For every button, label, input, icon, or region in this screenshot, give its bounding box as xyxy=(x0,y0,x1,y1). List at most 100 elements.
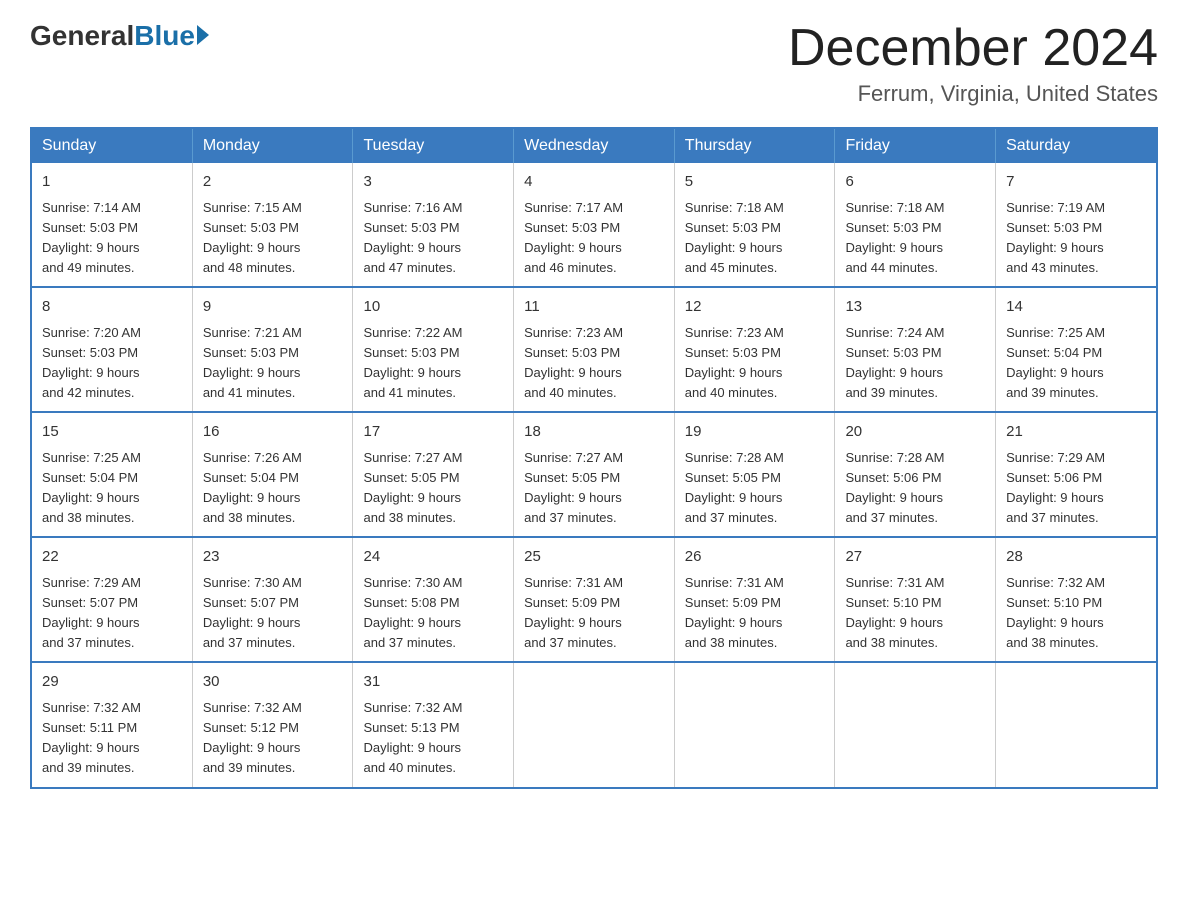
day-number: 7 xyxy=(1006,171,1146,194)
calendar-cell: 5 Sunrise: 7:18 AMSunset: 5:03 PMDaylight… xyxy=(674,163,835,287)
calendar-cell: 11 Sunrise: 7:23 AMSunset: 5:03 PMDayligh… xyxy=(514,287,675,412)
day-number: 23 xyxy=(203,546,343,569)
week-row-5: 29 Sunrise: 7:32 AMSunset: 5:11 PMDayligh… xyxy=(31,662,1157,787)
calendar-cell: 10 Sunrise: 7:22 AMSunset: 5:03 PMDayligh… xyxy=(353,287,514,412)
calendar-cell: 26 Sunrise: 7:31 AMSunset: 5:09 PMDayligh… xyxy=(674,537,835,662)
day-info: Sunrise: 7:28 AMSunset: 5:05 PMDaylight:… xyxy=(685,448,825,529)
week-row-2: 8Sunrise: 7:20 AMSunset: 5:03 PMDaylight… xyxy=(31,287,1157,412)
day-info: Sunrise: 7:29 AMSunset: 5:07 PMDaylight:… xyxy=(42,573,182,654)
day-number: 11 xyxy=(524,296,664,319)
day-info: Sunrise: 7:23 AMSunset: 5:03 PMDaylight:… xyxy=(524,323,664,404)
calendar-cell: 30 Sunrise: 7:32 AMSunset: 5:12 PMDayligh… xyxy=(192,662,353,787)
calendar-cell: 31 Sunrise: 7:32 AMSunset: 5:13 PMDayligh… xyxy=(353,662,514,787)
month-title: December 2024 xyxy=(788,20,1158,77)
calendar-cell xyxy=(996,662,1157,787)
location-subtitle: Ferrum, Virginia, United States xyxy=(788,81,1158,107)
day-number: 4 xyxy=(524,171,664,194)
calendar-header: Sunday Monday Tuesday Wednesday Thursday… xyxy=(31,128,1157,163)
day-info: Sunrise: 7:31 AMSunset: 5:10 PMDaylight:… xyxy=(845,573,985,654)
calendar-cell: 18 Sunrise: 7:27 AMSunset: 5:05 PMDayligh… xyxy=(514,412,675,537)
day-info: Sunrise: 7:32 AMSunset: 5:12 PMDaylight:… xyxy=(203,698,343,779)
day-number: 18 xyxy=(524,421,664,444)
day-info: Sunrise: 7:24 AMSunset: 5:03 PMDaylight:… xyxy=(845,323,985,404)
header-row: Sunday Monday Tuesday Wednesday Thursday… xyxy=(31,128,1157,163)
calendar-cell: 20 Sunrise: 7:28 AMSunset: 5:06 PMDayligh… xyxy=(835,412,996,537)
day-number: 10 xyxy=(363,296,503,319)
calendar-cell: 1 Sunrise: 7:14 AMSunset: 5:03 PMDaylight… xyxy=(31,163,192,287)
calendar-cell xyxy=(835,662,996,787)
day-number: 20 xyxy=(845,421,985,444)
day-number: 6 xyxy=(845,171,985,194)
day-info: Sunrise: 7:28 AMSunset: 5:06 PMDaylight:… xyxy=(845,448,985,529)
calendar-cell: 28 Sunrise: 7:32 AMSunset: 5:10 PMDayligh… xyxy=(996,537,1157,662)
day-number: 21 xyxy=(1006,421,1146,444)
day-info: Sunrise: 7:14 AMSunset: 5:03 PMDaylight:… xyxy=(42,198,182,279)
day-info: Sunrise: 7:29 AMSunset: 5:06 PMDaylight:… xyxy=(1006,448,1146,529)
day-info: Sunrise: 7:23 AMSunset: 5:03 PMDaylight:… xyxy=(685,323,825,404)
calendar-cell: 21 Sunrise: 7:29 AMSunset: 5:06 PMDayligh… xyxy=(996,412,1157,537)
day-number: 29 xyxy=(42,671,182,694)
day-info: Sunrise: 7:15 AMSunset: 5:03 PMDaylight:… xyxy=(203,198,343,279)
day-number: 5 xyxy=(685,171,825,194)
col-monday: Monday xyxy=(192,128,353,163)
day-number: 1 xyxy=(42,171,182,194)
calendar-cell: 8Sunrise: 7:20 AMSunset: 5:03 PMDaylight… xyxy=(31,287,192,412)
calendar-cell: 25 Sunrise: 7:31 AMSunset: 5:09 PMDayligh… xyxy=(514,537,675,662)
calendar-cell: 12Sunrise: 7:23 AMSunset: 5:03 PMDayligh… xyxy=(674,287,835,412)
calendar-cell: 17 Sunrise: 7:27 AMSunset: 5:05 PMDayligh… xyxy=(353,412,514,537)
day-info: Sunrise: 7:32 AMSunset: 5:11 PMDaylight:… xyxy=(42,698,182,779)
day-number: 26 xyxy=(685,546,825,569)
day-number: 2 xyxy=(203,171,343,194)
week-row-4: 22 Sunrise: 7:29 AMSunset: 5:07 PMDayligh… xyxy=(31,537,1157,662)
logo-blue-part: Blue xyxy=(134,20,209,52)
page-header: General Blue December 2024 Ferrum, Virgi… xyxy=(30,20,1158,107)
day-info: Sunrise: 7:20 AMSunset: 5:03 PMDaylight:… xyxy=(42,323,182,404)
col-friday: Friday xyxy=(835,128,996,163)
day-info: Sunrise: 7:19 AMSunset: 5:03 PMDaylight:… xyxy=(1006,198,1146,279)
day-info: Sunrise: 7:25 AMSunset: 5:04 PMDaylight:… xyxy=(1006,323,1146,404)
calendar-cell: 24Sunrise: 7:30 AMSunset: 5:08 PMDayligh… xyxy=(353,537,514,662)
day-number: 14 xyxy=(1006,296,1146,319)
day-info: Sunrise: 7:32 AMSunset: 5:13 PMDaylight:… xyxy=(363,698,503,779)
day-info: Sunrise: 7:18 AMSunset: 5:03 PMDaylight:… xyxy=(845,198,985,279)
day-number: 15 xyxy=(42,421,182,444)
calendar-cell: 6 Sunrise: 7:18 AMSunset: 5:03 PMDaylight… xyxy=(835,163,996,287)
day-info: Sunrise: 7:31 AMSunset: 5:09 PMDaylight:… xyxy=(685,573,825,654)
day-number: 28 xyxy=(1006,546,1146,569)
day-info: Sunrise: 7:30 AMSunset: 5:08 PMDaylight:… xyxy=(363,573,503,654)
day-info: Sunrise: 7:18 AMSunset: 5:03 PMDaylight:… xyxy=(685,198,825,279)
day-number: 9 xyxy=(203,296,343,319)
calendar-body: 1 Sunrise: 7:14 AMSunset: 5:03 PMDaylight… xyxy=(31,163,1157,787)
day-number: 27 xyxy=(845,546,985,569)
calendar-cell: 15Sunrise: 7:25 AMSunset: 5:04 PMDayligh… xyxy=(31,412,192,537)
calendar-cell: 9Sunrise: 7:21 AMSunset: 5:03 PMDaylight… xyxy=(192,287,353,412)
day-number: 31 xyxy=(363,671,503,694)
day-number: 30 xyxy=(203,671,343,694)
day-number: 22 xyxy=(42,546,182,569)
week-row-1: 1 Sunrise: 7:14 AMSunset: 5:03 PMDaylight… xyxy=(31,163,1157,287)
calendar-cell: 7 Sunrise: 7:19 AMSunset: 5:03 PMDaylight… xyxy=(996,163,1157,287)
day-number: 17 xyxy=(363,421,503,444)
day-info: Sunrise: 7:27 AMSunset: 5:05 PMDaylight:… xyxy=(363,448,503,529)
calendar-cell: 23 Sunrise: 7:30 AMSunset: 5:07 PMDayligh… xyxy=(192,537,353,662)
day-info: Sunrise: 7:30 AMSunset: 5:07 PMDaylight:… xyxy=(203,573,343,654)
week-row-3: 15Sunrise: 7:25 AMSunset: 5:04 PMDayligh… xyxy=(31,412,1157,537)
day-number: 25 xyxy=(524,546,664,569)
calendar-cell: 13 Sunrise: 7:24 AMSunset: 5:03 PMDayligh… xyxy=(835,287,996,412)
calendar-cell xyxy=(674,662,835,787)
day-number: 16 xyxy=(203,421,343,444)
calendar-cell: 3Sunrise: 7:16 AMSunset: 5:03 PMDaylight… xyxy=(353,163,514,287)
day-info: Sunrise: 7:27 AMSunset: 5:05 PMDaylight:… xyxy=(524,448,664,529)
day-number: 13 xyxy=(845,296,985,319)
day-info: Sunrise: 7:22 AMSunset: 5:03 PMDaylight:… xyxy=(363,323,503,404)
calendar-cell: 29 Sunrise: 7:32 AMSunset: 5:11 PMDayligh… xyxy=(31,662,192,787)
title-section: December 2024 Ferrum, Virginia, United S… xyxy=(788,20,1158,107)
col-thursday: Thursday xyxy=(674,128,835,163)
calendar-table: Sunday Monday Tuesday Wednesday Thursday… xyxy=(30,127,1158,788)
day-number: 3 xyxy=(363,171,503,194)
day-info: Sunrise: 7:31 AMSunset: 5:09 PMDaylight:… xyxy=(524,573,664,654)
col-saturday: Saturday xyxy=(996,128,1157,163)
day-info: Sunrise: 7:26 AMSunset: 5:04 PMDaylight:… xyxy=(203,448,343,529)
logo-text: General Blue xyxy=(30,20,209,52)
day-info: Sunrise: 7:32 AMSunset: 5:10 PMDaylight:… xyxy=(1006,573,1146,654)
